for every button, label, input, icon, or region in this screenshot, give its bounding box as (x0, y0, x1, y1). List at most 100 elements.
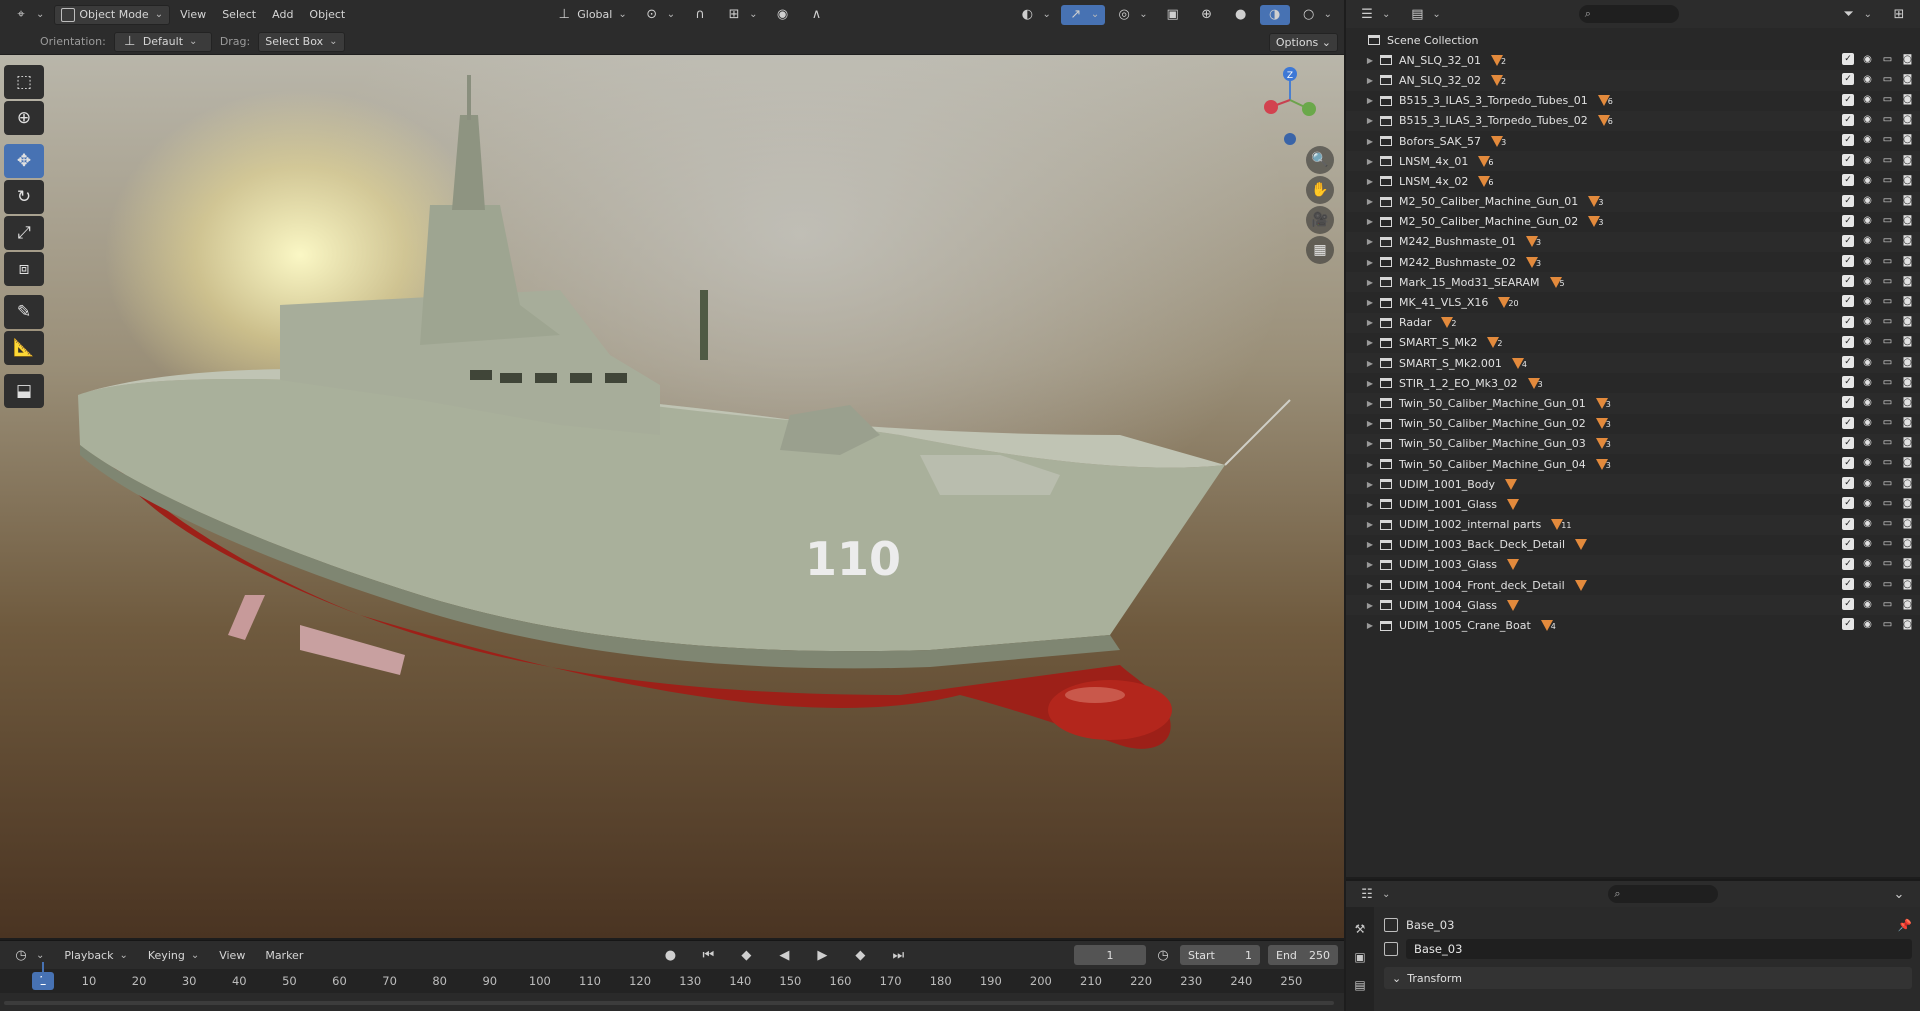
exclude-checkbox[interactable]: ✓ (1842, 557, 1854, 570)
exclude-checkbox[interactable]: ✓ (1842, 73, 1854, 86)
disclosure-triangle-icon[interactable]: ▶ (1364, 621, 1376, 630)
exclude-checkbox[interactable]: ✓ (1842, 396, 1854, 409)
exclude-checkbox[interactable]: ✓ (1842, 93, 1854, 106)
filter-dropdown[interactable]: ⏷ (1834, 4, 1878, 24)
measure-tool[interactable]: 📐 (4, 331, 44, 365)
add-cube-tool[interactable]: ⬓ (4, 374, 44, 408)
mode-dropdown[interactable]: Object Mode (54, 4, 171, 25)
eye-icon[interactable]: ◉ (1861, 73, 1874, 85)
camera-icon[interactable]: ◙ (1901, 396, 1914, 408)
tab-tool[interactable]: ⚒ (1351, 921, 1369, 937)
outliner-row[interactable]: ▶ UDIM_1003_Back_Deck_Detail ✓ ◉ ▭ ◙ (1346, 534, 1920, 555)
disclosure-triangle-icon[interactable]: ▶ (1364, 76, 1376, 85)
shading-wireframe-button[interactable]: ⊕ (1192, 5, 1222, 25)
camera-icon[interactable]: ◙ (1901, 336, 1914, 348)
camera-icon[interactable]: ◙ (1901, 356, 1914, 368)
eye-icon[interactable]: ◉ (1861, 437, 1874, 449)
camera-icon[interactable]: ◙ (1901, 618, 1914, 630)
overlays-toggle[interactable]: ◎ (1109, 5, 1153, 25)
disclosure-triangle-icon[interactable]: ▶ (1364, 581, 1376, 590)
monitor-icon[interactable]: ▭ (1881, 598, 1894, 610)
cursor-tool[interactable]: ⊕ (4, 101, 44, 135)
monitor-icon[interactable]: ▭ (1881, 518, 1894, 530)
camera-icon[interactable]: ◙ (1901, 154, 1914, 166)
exclude-checkbox[interactable]: ✓ (1842, 356, 1854, 368)
eye-icon[interactable]: ◉ (1861, 174, 1874, 186)
disclosure-triangle-icon[interactable]: ▶ (1364, 137, 1376, 146)
new-collection-button[interactable]: ⊞ (1884, 4, 1914, 24)
disclosure-triangle-icon[interactable]: ▶ (1364, 157, 1376, 166)
disclosure-triangle-icon[interactable]: ▶ (1364, 258, 1376, 267)
monitor-icon[interactable]: ▭ (1881, 174, 1894, 186)
transform-tool[interactable]: ⧈ (4, 252, 44, 286)
exclude-checkbox[interactable]: ✓ (1842, 214, 1854, 227)
eye-icon[interactable]: ◉ (1861, 255, 1874, 267)
outliner-row[interactable]: ▶ LNSM_4x_02 6 ✓ ◉ ▭ ◙ (1346, 171, 1920, 192)
exclude-checkbox[interactable]: ✓ (1842, 234, 1854, 247)
camera-icon[interactable]: ◙ (1901, 174, 1914, 186)
timeline-scrollbar[interactable] (0, 993, 1335, 1011)
exclude-checkbox[interactable]: ✓ (1842, 376, 1854, 389)
menu-object[interactable]: Object (303, 5, 351, 25)
eye-icon[interactable]: ◉ (1861, 134, 1874, 146)
outliner-row[interactable]: ▶ Radar 2 ✓ ◉ ▭ ◙ (1346, 312, 1920, 333)
menu-keying[interactable]: Keying (142, 945, 205, 965)
visibility-dropdown[interactable]: ◐ (1012, 5, 1056, 25)
outliner-row[interactable]: ▶ M2_50_Caliber_Machine_Gun_01 3 ✓ ◉ ▭ ◙ (1346, 191, 1920, 212)
exclude-checkbox[interactable]: ✓ (1842, 618, 1854, 631)
eye-icon[interactable]: ◉ (1861, 477, 1874, 489)
camera-icon[interactable]: ◙ (1901, 437, 1914, 449)
exclude-checkbox[interactable]: ✓ (1842, 53, 1854, 66)
object-name-field[interactable]: Base_03 (1406, 939, 1912, 959)
play-reverse-button[interactable]: ◀ (769, 945, 799, 965)
camera-icon[interactable]: ◙ (1901, 477, 1914, 489)
outliner-row[interactable]: ▶ UDIM_1004_Glass ✓ ◉ ▭ ◙ (1346, 595, 1920, 616)
disclosure-triangle-icon[interactable]: ▶ (1364, 439, 1376, 448)
pin-icon[interactable]: 📌 (1898, 918, 1912, 932)
disclosure-triangle-icon[interactable]: ▶ (1364, 480, 1376, 489)
display-mode-dropdown[interactable]: ▤ (1402, 4, 1446, 24)
scale-tool[interactable]: ⤢ (4, 216, 44, 250)
outliner-search-input[interactable]: ⌕ (1578, 5, 1679, 23)
eye-icon[interactable]: ◉ (1861, 114, 1874, 126)
camera-icon[interactable]: ◙ (1901, 295, 1914, 307)
camera-icon[interactable]: ◙ (1901, 215, 1914, 227)
falloff-dropdown[interactable]: ∧ (802, 5, 832, 25)
outliner-row[interactable]: ▶ STIR_1_2_EO_Mk3_02 3 ✓ ◉ ▭ ◙ (1346, 373, 1920, 394)
eye-icon[interactable]: ◉ (1861, 598, 1874, 610)
snap-toggle[interactable]: ∩ (685, 5, 715, 25)
monitor-icon[interactable]: ▭ (1881, 53, 1894, 65)
object-data-icon[interactable] (1384, 942, 1398, 956)
outliner-row[interactable]: ▶ B515_3_ILAS_3_Torpedo_Tubes_01 6 ✓ ◉ ▭ ◙ (1346, 90, 1920, 111)
outliner-row[interactable]: ▶ SMART_S_Mk2.001 4 ✓ ◉ ▭ ◙ (1346, 353, 1920, 374)
exclude-checkbox[interactable]: ✓ (1842, 113, 1854, 126)
disclosure-triangle-icon[interactable]: ▶ (1364, 278, 1376, 287)
outliner-row[interactable]: ▶ M242_Bushmaste_01 3 ✓ ◉ ▭ ◙ (1346, 231, 1920, 253)
camera-icon[interactable]: ◙ (1901, 538, 1914, 550)
eye-icon[interactable]: ◉ (1861, 154, 1874, 166)
camera-icon[interactable]: ◙ (1901, 114, 1914, 126)
annotate-tool[interactable]: ✎ (4, 295, 44, 329)
monitor-icon[interactable]: ▭ (1881, 195, 1894, 207)
play-button[interactable]: ▶ (807, 945, 837, 965)
outliner-row[interactable]: ▶ Bofors_SAK_57 3 ✓ ◉ ▭ ◙ (1346, 130, 1920, 152)
menu-add[interactable]: Add (266, 5, 299, 25)
snap-settings-dropdown[interactable]: ⊞ (719, 5, 763, 25)
tab-output[interactable]: ▤ (1351, 977, 1369, 993)
disclosure-triangle-icon[interactable]: ▶ (1364, 520, 1376, 529)
monitor-icon[interactable]: ▭ (1881, 94, 1894, 106)
camera-icon[interactable]: ◙ (1901, 53, 1914, 65)
camera-icon[interactable]: ◙ (1901, 94, 1914, 106)
monitor-icon[interactable]: ▭ (1881, 255, 1894, 267)
camera-icon[interactable]: ◙ (1901, 457, 1914, 469)
disclosure-triangle-icon[interactable]: ▶ (1364, 379, 1376, 388)
editor-type-button[interactable]: ⌖ (6, 5, 50, 25)
outliner-row[interactable]: ▶ UDIM_1005_Crane_Boat 4 ✓ ◉ ▭ ◙ (1346, 615, 1920, 636)
shading-material-button[interactable]: ◑ (1259, 4, 1290, 25)
disclosure-triangle-icon[interactable]: ▶ (1364, 177, 1376, 186)
drag-dropdown[interactable]: Select Box (258, 31, 345, 52)
monitor-icon[interactable]: ▭ (1881, 578, 1894, 590)
exclude-checkbox[interactable]: ✓ (1842, 255, 1854, 268)
y-axis-icon[interactable] (1302, 102, 1316, 116)
exclude-checkbox[interactable]: ✓ (1842, 194, 1854, 207)
